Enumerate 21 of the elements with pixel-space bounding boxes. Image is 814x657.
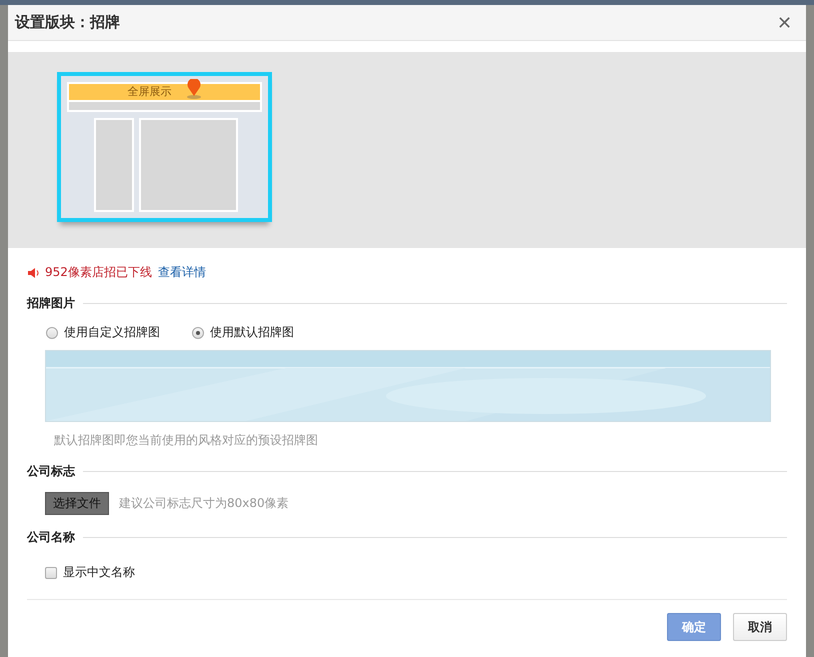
map-pin-icon [186,79,202,99]
choose-file-button[interactable]: 选择文件 [45,492,109,515]
radio-button[interactable] [192,326,204,338]
section-title: 公司标志 [27,463,75,480]
layout-thumbnail[interactable]: 全屏展示 [57,72,272,222]
hint-text: 默认招牌图即您当前使用的风格对应的预设招牌图 [54,432,319,449]
hint-text: 建议公司标志尺寸为80x80像素 [119,495,289,512]
checkbox-option[interactable]: 显示中文名称 [45,564,787,581]
checkbox[interactable] [45,566,57,578]
cancel-button[interactable]: 取消 [733,613,787,641]
close-button[interactable]: ✕ [773,12,796,34]
notice-text: 952像素店招已下线 [45,264,152,281]
section-title: 招牌图片 [27,295,75,312]
speaker-icon [27,266,41,278]
radio-button[interactable] [46,326,58,338]
radio-option[interactable]: 使用自定义招牌图 [46,324,160,341]
dialog-title: 设置版块：招牌 [15,13,120,32]
radio-option[interactable]: 使用默认招牌图 [192,324,294,341]
section-title: 公司名称 [27,529,75,546]
banner-label: 全屏展示 [128,86,172,98]
details-link[interactable]: 查看详情 [158,264,206,281]
